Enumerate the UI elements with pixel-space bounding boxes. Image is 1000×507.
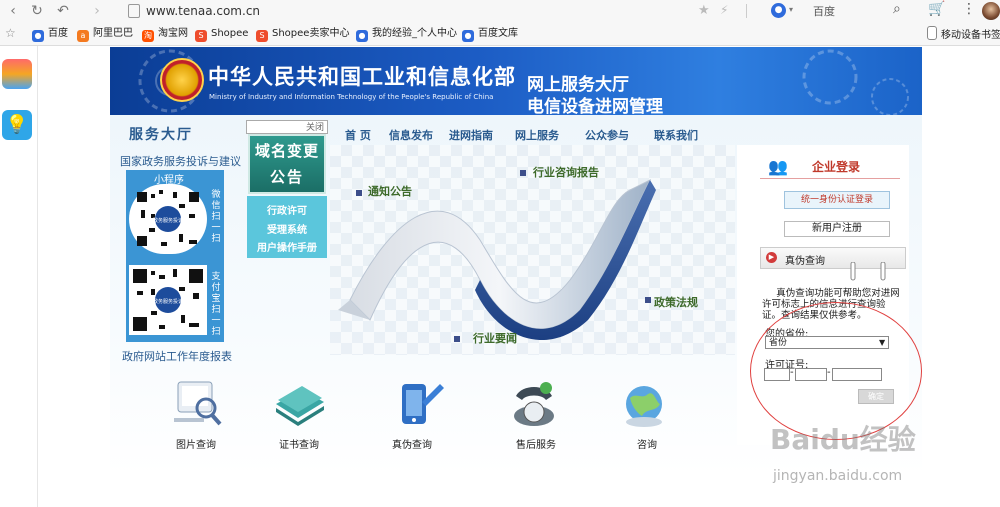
alipay-scan-label: 支付宝扫一扫 [211,272,221,337]
device-network-title: 电信设备进网管理 [527,97,663,117]
search-icon[interactable]: ⌕ [893,1,901,17]
search-engine-input[interactable]: 百度 [813,3,835,19]
shopee-icon: S [195,30,207,42]
cart-icon[interactable]: 🛒 [928,1,945,17]
bookmark-baidu[interactable]: ● 百度 [32,26,68,42]
register-button[interactable]: 新用户注册 [784,221,890,237]
bullet-icon [520,170,526,176]
wechat-qr-code[interactable]: 政务服务投诉 [129,184,207,254]
popup-close-button[interactable]: 关闭 [306,120,324,133]
user-manual-link[interactable]: 用户操作手册 [248,239,326,254]
bookmark-star-icon[interactable]: ☆ [5,26,16,40]
nav-network-guide[interactable]: 进网指南 [449,127,493,143]
baidu-icon: ● [32,30,44,42]
address-bar[interactable]: www.tenaa.com.cn [146,4,260,18]
toolbar-divider [746,4,747,18]
annual-report-link[interactable]: 政府网站工作年度报表 [122,348,232,364]
baidu-icon: ● [356,30,368,42]
acceptance-system-link[interactable]: 受理系统 [248,221,326,236]
bullet-icon [454,336,460,342]
picture-search-icon[interactable] [170,378,226,430]
more-menu-icon[interactable]: ⋮ [962,1,976,17]
bookmark-alibaba[interactable]: a 阿里巴巴 [77,26,133,42]
shop-app-icon[interactable] [2,59,32,89]
qr-center-text: 政务服务投诉 [153,217,183,224]
admin-license-link[interactable]: 行政许可 [248,202,326,217]
service-hall-heading: 服务大厅 [129,127,193,143]
baidu-watermark-url: jingyan.baidu.com [773,468,903,484]
service-after-sales[interactable]: 售后服务 [516,436,556,451]
globe-icon[interactable] [616,378,672,430]
label-notices[interactable]: 通知公告 [368,183,412,199]
national-emblem-icon [160,58,204,102]
lightbulb-app-icon[interactable]: 💡 [2,110,32,140]
back-icon[interactable]: ‹ [4,2,22,20]
bookmark-jingyan[interactable]: ● 我的经验_个人中心 [356,26,457,42]
service-certificate-search[interactable]: 证书查询 [279,436,319,451]
service-consult[interactable]: 咨询 [637,436,657,451]
enterprise-login-title: 企业登录 [812,160,861,174]
bookmark-shopee-seller[interactable]: S Shopee卖家中心 [256,26,349,42]
notice-line-2: 公告 [269,168,304,186]
refresh-icon[interactable]: ↻ [28,2,46,20]
baidu-paw-icon[interactable]: ● [771,3,786,18]
nav-online-service[interactable]: 网上服务 [515,127,559,143]
baidu-watermark: Baidu经验 [770,423,916,456]
nav-info-release[interactable]: 信息发布 [389,127,433,143]
login-divider [760,178,900,179]
undo-icon[interactable]: ↶ [54,2,72,20]
folder-icon [927,26,937,40]
baidu-icon: ● [462,30,474,42]
page-icon [128,4,140,18]
certificate-books-icon[interactable] [272,378,328,430]
nav-home[interactable]: 首 页 [345,127,371,143]
verify-title: 真伪查询 [785,256,825,267]
service-authenticity-check[interactable]: 真伪查询 [392,436,432,451]
forward-icon[interactable]: › [88,2,106,20]
nav-contact-us[interactable]: 联系我们 [654,127,698,143]
telephone-icon[interactable] [506,378,562,430]
bookmark-mobile[interactable]: 移动设备书签 [927,26,1000,42]
bookmark-taobao[interactable]: 淘淘宝网 [142,26,188,42]
bullet-icon [645,297,651,303]
label-industry-report[interactable]: 行业咨询报告 [533,164,599,180]
star-icon[interactable]: ★ [698,3,710,18]
bookmark-wenku[interactable]: ● 百度文库 [462,26,518,42]
nav-public-participation[interactable]: 公众参与 [585,127,629,143]
wechat-scan-label: 微信扫一扫 [211,190,221,244]
flash-icon[interactable]: ⚡ [720,3,728,17]
binder-clip-icon [850,262,886,281]
chevron-down-icon[interactable]: ▾ [789,5,793,14]
bookmark-shopee[interactable]: S Shopee [195,26,248,42]
notice-line-1: 域名变更 [254,142,319,160]
phone-verify-icon[interactable] [392,378,448,430]
play-arrow-icon: ▶ [766,252,777,263]
service-picture-search[interactable]: 图片查询 [176,436,216,451]
label-industry-news[interactable]: 行业要闻 [473,330,517,346]
gov-service-link[interactable]: 国家政务服务投诉与建议 [120,153,241,169]
ministry-title: 中华人民共和国工业和信息化部 [208,65,516,89]
bullet-icon [356,190,362,196]
shopee-icon: S [256,30,268,42]
user-avatar[interactable] [982,2,1000,20]
taobao-icon: 淘 [142,30,154,42]
sso-login-button[interactable]: 统一身份认证登录 [784,191,890,209]
alipay-qr-code[interactable]: 政务服务投诉 [129,265,207,335]
ministry-title-en: Ministry of Industry and Information Tec… [209,93,494,101]
label-policy-regulations[interactable]: 政策法规 [654,294,698,310]
qr-center-text: 政务服务投诉 [153,298,183,305]
alibaba-icon: a [77,30,89,42]
users-icon: 👥 [768,157,788,176]
